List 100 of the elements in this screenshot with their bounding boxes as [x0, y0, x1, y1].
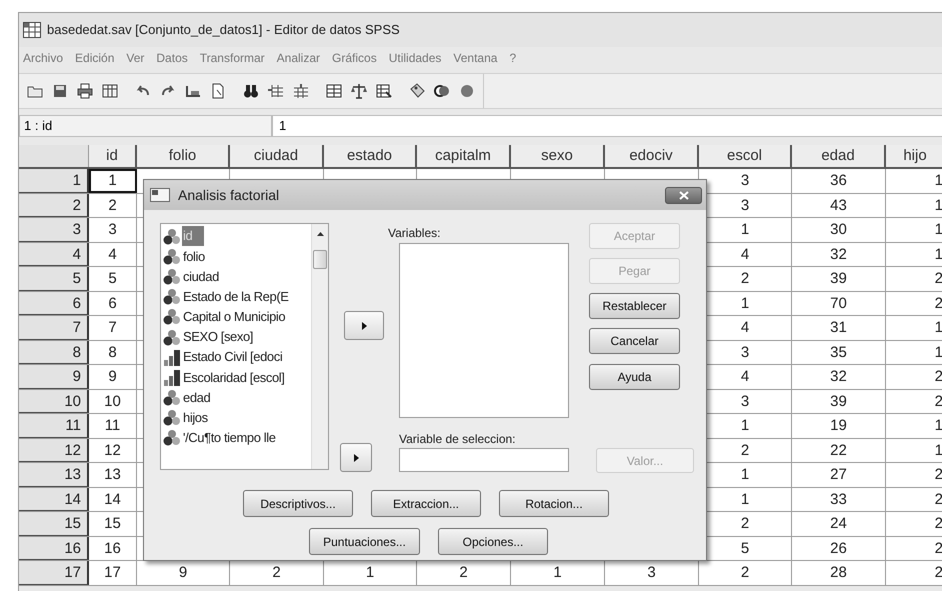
move-right-button[interactable]: [340, 443, 372, 472]
table-cell: 2: [740, 515, 750, 532]
dialog-button[interactable]: Opciones...: [438, 528, 548, 555]
menu-item[interactable]: Edición: [75, 49, 114, 67]
row-header[interactable]: 12: [19, 438, 89, 462]
row-header[interactable]: 6: [19, 292, 89, 315]
table-cell: 1: [740, 466, 750, 483]
menu-item[interactable]: Ver: [126, 49, 144, 67]
variable-item[interactable]: edad: [182, 388, 212, 408]
variable-item[interactable]: Estado de la Rep(E: [182, 286, 290, 306]
window-icon: [150, 188, 170, 202]
row-header[interactable]: 13: [19, 463, 89, 486]
scrollbar[interactable]: [311, 224, 328, 469]
row-header[interactable]: 5: [19, 267, 89, 290]
table-cell: 1: [740, 221, 750, 238]
variable-item[interactable]: hijos: [182, 408, 209, 428]
row-header[interactable]: 4: [19, 242, 89, 266]
variable-item[interactable]: Estado Civil [edoci: [182, 347, 284, 367]
variable-item[interactable]: '/Cu¶to tiempo lle: [182, 428, 277, 448]
row-header[interactable]: 7: [19, 316, 89, 340]
dialog-button[interactable]: Puntuaciones...: [309, 528, 420, 555]
dialog-button[interactable]: Extraccion...: [371, 490, 481, 517]
row-header[interactable]: 16: [19, 536, 89, 560]
table-cell: 2: [934, 466, 942, 483]
variable-item[interactable]: SEXO [sexo]: [182, 327, 254, 347]
selection-variable-label: Variable de seleccion:: [399, 431, 516, 448]
table-cell: 9: [178, 564, 188, 581]
row-header[interactable]: 3: [19, 218, 89, 242]
dialog-button[interactable]: Restablecer: [589, 293, 680, 319]
table-cell: 2: [934, 540, 942, 556]
variable-item[interactable]: ciudad: [182, 266, 220, 286]
table-cell: 1: [740, 490, 750, 508]
row-header[interactable]: 8: [19, 340, 89, 364]
row-header[interactable]: 1: [19, 169, 89, 192]
table-cell: 4: [740, 368, 750, 385]
variable-list[interactable]: id folio ciudad Estado de la Rep(E Capital o Municipio SEXO [sexo] Estado Civil [edoci Escolaridad [escol] edad hijos '/Cu¶to tiempo lle: [160, 223, 329, 470]
scroll-thumb[interactable]: [313, 250, 327, 269]
variables-list[interactable]: [399, 243, 569, 418]
dialog-button[interactable]: Cancelar: [589, 328, 680, 354]
binoculars-icon[interactable]: [243, 83, 259, 99]
table-cell: 2: [934, 294, 942, 312]
row-header[interactable]: 14: [19, 488, 89, 511]
split-table-icon[interactable]: [326, 83, 342, 99]
table-cell: 39: [830, 270, 847, 287]
scroll-up-arrow-icon[interactable]: [317, 232, 324, 236]
menu-item[interactable]: Ventana: [453, 49, 498, 67]
row-header[interactable]: 10: [19, 390, 89, 413]
tag-icon[interactable]: [409, 83, 425, 99]
three-balls-icon: [163, 268, 181, 285]
table-cell: 39: [830, 392, 847, 410]
menu-item[interactable]: Archivo: [23, 49, 64, 67]
scale-icon[interactable]: [351, 83, 367, 99]
table-cell: 16: [104, 540, 121, 556]
menu-item[interactable]: Utilidades: [388, 49, 442, 67]
row-header[interactable]: 15: [19, 512, 89, 536]
three-balls-icon: [163, 389, 181, 406]
table-cell: 3: [740, 196, 750, 214]
table-cell: 1: [740, 294, 750, 312]
table-icon[interactable]: [102, 83, 118, 99]
table-cell: 9: [108, 368, 117, 385]
dialog-button[interactable]: Rotacion...: [499, 490, 609, 517]
printer-icon[interactable]: [77, 83, 93, 99]
table-cell: 1: [934, 319, 942, 336]
table-cell: 35: [830, 344, 847, 360]
table-cell: 17: [104, 564, 121, 581]
row-header[interactable]: 2: [19, 194, 89, 217]
variable-item[interactable]: folio: [182, 246, 206, 266]
row-header[interactable]: 9: [19, 365, 89, 388]
menu-item[interactable]: Transformar: [200, 49, 265, 67]
table-cell: 2: [459, 564, 468, 581]
bar-chart-icon: [163, 368, 181, 386]
table-cell: 14: [104, 490, 121, 508]
table-cell: 22: [830, 442, 847, 458]
dialog-button[interactable]: Ayuda: [589, 364, 680, 390]
row-header[interactable]: 17: [19, 561, 89, 584]
table-cell: 28: [830, 564, 847, 581]
menu-item[interactable]: ?: [509, 49, 516, 67]
table-cell: 26: [830, 540, 847, 556]
select-cases-icon[interactable]: [376, 83, 392, 99]
insert-row-icon[interactable]: [268, 83, 284, 99]
close-button[interactable]: [665, 187, 702, 204]
circle-icon[interactable]: [459, 83, 475, 99]
table-cell: 3: [108, 221, 117, 238]
overlapping-circles-icon[interactable]: [434, 83, 450, 99]
selection-variable-field[interactable]: [399, 448, 569, 472]
column-header[interactable]: id: [106, 147, 118, 164]
insert-column-icon[interactable]: [293, 83, 309, 99]
table-cell: 1: [934, 172, 942, 189]
menu-item[interactable]: Datos: [156, 49, 188, 67]
variable-item[interactable]: Capital o Municipio: [182, 307, 286, 327]
menu-item[interactable]: Gráficos: [332, 49, 377, 67]
table-cell: 4: [740, 319, 750, 336]
dialog-button[interactable]: Descriptivos...: [243, 490, 353, 517]
menu-item[interactable]: Analizar: [276, 49, 320, 67]
close-icon: [678, 191, 688, 200]
document-icon[interactable]: [210, 83, 226, 99]
table-cell: 3: [740, 172, 750, 189]
row-header[interactable]: 11: [19, 414, 89, 438]
cell-value-field[interactable]: 1: [272, 115, 942, 137]
variable-item[interactable]: Escolaridad [escol]: [182, 368, 286, 388]
